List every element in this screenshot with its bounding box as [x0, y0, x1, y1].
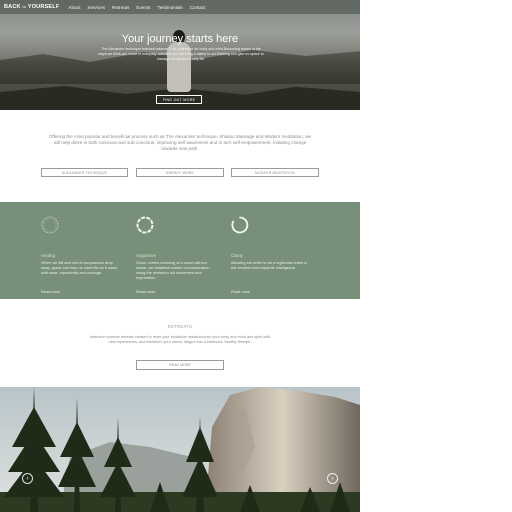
top-nav: BACK to YOURSELF About Services Retreats…: [0, 0, 360, 14]
feature-card-clarity: Clarity Allowing the order to be a legit…: [231, 216, 309, 294]
retreats-text: Intensive summer retreats created to res…: [89, 335, 271, 344]
read-more-link[interactable]: Read more: [231, 289, 250, 294]
site-logo[interactable]: BACK to YOURSELF: [4, 4, 59, 10]
carousel-next-button[interactable]: ›: [327, 473, 338, 484]
nav-item-testimonials[interactable]: Testimonials: [157, 5, 182, 10]
dotted-circle-icon: [41, 216, 59, 234]
feature-title: Healing: [41, 253, 56, 258]
nav-item-events[interactable]: Events: [136, 5, 150, 10]
intro-text: Offering the most popular and beneficial…: [48, 134, 312, 151]
feature-title: Supportive: [136, 253, 157, 258]
brush-circle-icon: [231, 216, 249, 234]
read-more-link[interactable]: Read more: [136, 289, 155, 294]
nav-menu: About Services Retreats Events Testimoni…: [68, 5, 205, 10]
energy-work-button[interactable]: ENERGY WORK: [136, 168, 224, 177]
alexander-technique-button[interactable]: ALEXANDER TECHNIQUE: [41, 168, 128, 177]
hero-title: Your journey starts here: [121, 33, 239, 45]
segmented-circle-icon: [136, 216, 154, 234]
feature-card-supportive: Supportive Grace comes meaning of a mood…: [136, 216, 214, 294]
find-out-more-button[interactable]: FIND OUT MORE: [156, 95, 202, 104]
feature-title: Clarity: [231, 253, 243, 258]
hero-section: BACK to YOURSELF About Services Retreats…: [0, 0, 360, 110]
modern-meditation-button[interactable]: MODERN MEDITATION: [231, 168, 319, 177]
feature-desc: When we fall and veil of compassion drop…: [41, 260, 118, 275]
nav-item-contact[interactable]: Contact: [190, 5, 206, 10]
features-section: Healing When we fall and veil of compass…: [0, 202, 360, 299]
nav-item-about[interactable]: About: [68, 5, 80, 10]
feature-desc: Allowing the order to be a legitimate wh…: [231, 260, 308, 270]
website: BACK to YOURSELF About Services Retreats…: [0, 0, 360, 512]
read-more-button[interactable]: READ MORE: [136, 360, 224, 370]
yosemite-landscape-image: [0, 387, 360, 512]
feature-card-healing: Healing When we fall and veil of compass…: [41, 216, 119, 294]
read-more-link[interactable]: Read more: [41, 289, 60, 294]
nav-item-services[interactable]: Services: [87, 5, 105, 10]
retreats-heading: RETREATS: [167, 324, 193, 329]
nav-item-retreats[interactable]: Retreats: [112, 5, 129, 10]
hero-subtitle: The Alexander technique teaches balance …: [98, 47, 264, 61]
feature-desc: Grace comes meaning of a mood without wo…: [136, 260, 210, 280]
carousel-prev-button[interactable]: ‹: [22, 473, 33, 484]
